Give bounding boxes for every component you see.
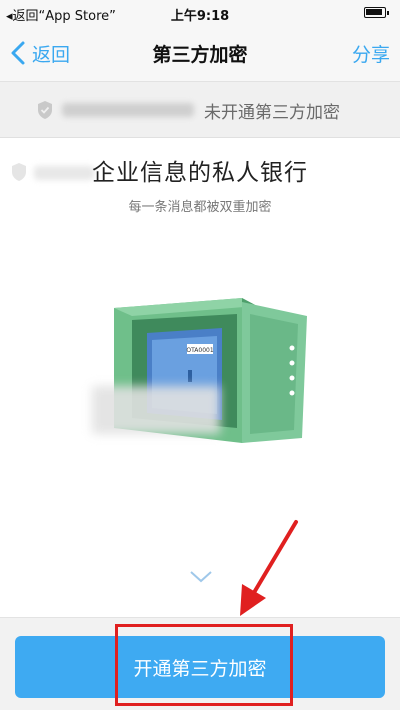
page-title: 第三方加密	[152, 44, 248, 66]
blurred-watermark	[92, 386, 220, 434]
encryption-status: 未开通第三方加密	[204, 103, 340, 123]
intro-title: 企业信息的私人银行	[92, 160, 308, 186]
safe-tag: OTA0001	[186, 347, 213, 354]
chevron-down-icon[interactable]	[188, 568, 214, 586]
blurred-account-name	[62, 103, 194, 117]
intro-subtitle: 每一条消息都被双重加密	[128, 200, 272, 215]
battery-icon	[364, 7, 389, 18]
shield-icon	[38, 101, 52, 119]
status-time: 上午9:18	[170, 9, 230, 24]
nav-bar: 返回 第三方加密 分享	[0, 26, 400, 82]
status-bar: ◂返回“App Store” 上午9:18	[0, 0, 400, 26]
share-button[interactable]: 分享	[352, 40, 390, 67]
account-status-row: 未开通第三方加密	[0, 82, 400, 138]
enable-encryption-button[interactable]: 开通第三方加密	[15, 636, 385, 698]
